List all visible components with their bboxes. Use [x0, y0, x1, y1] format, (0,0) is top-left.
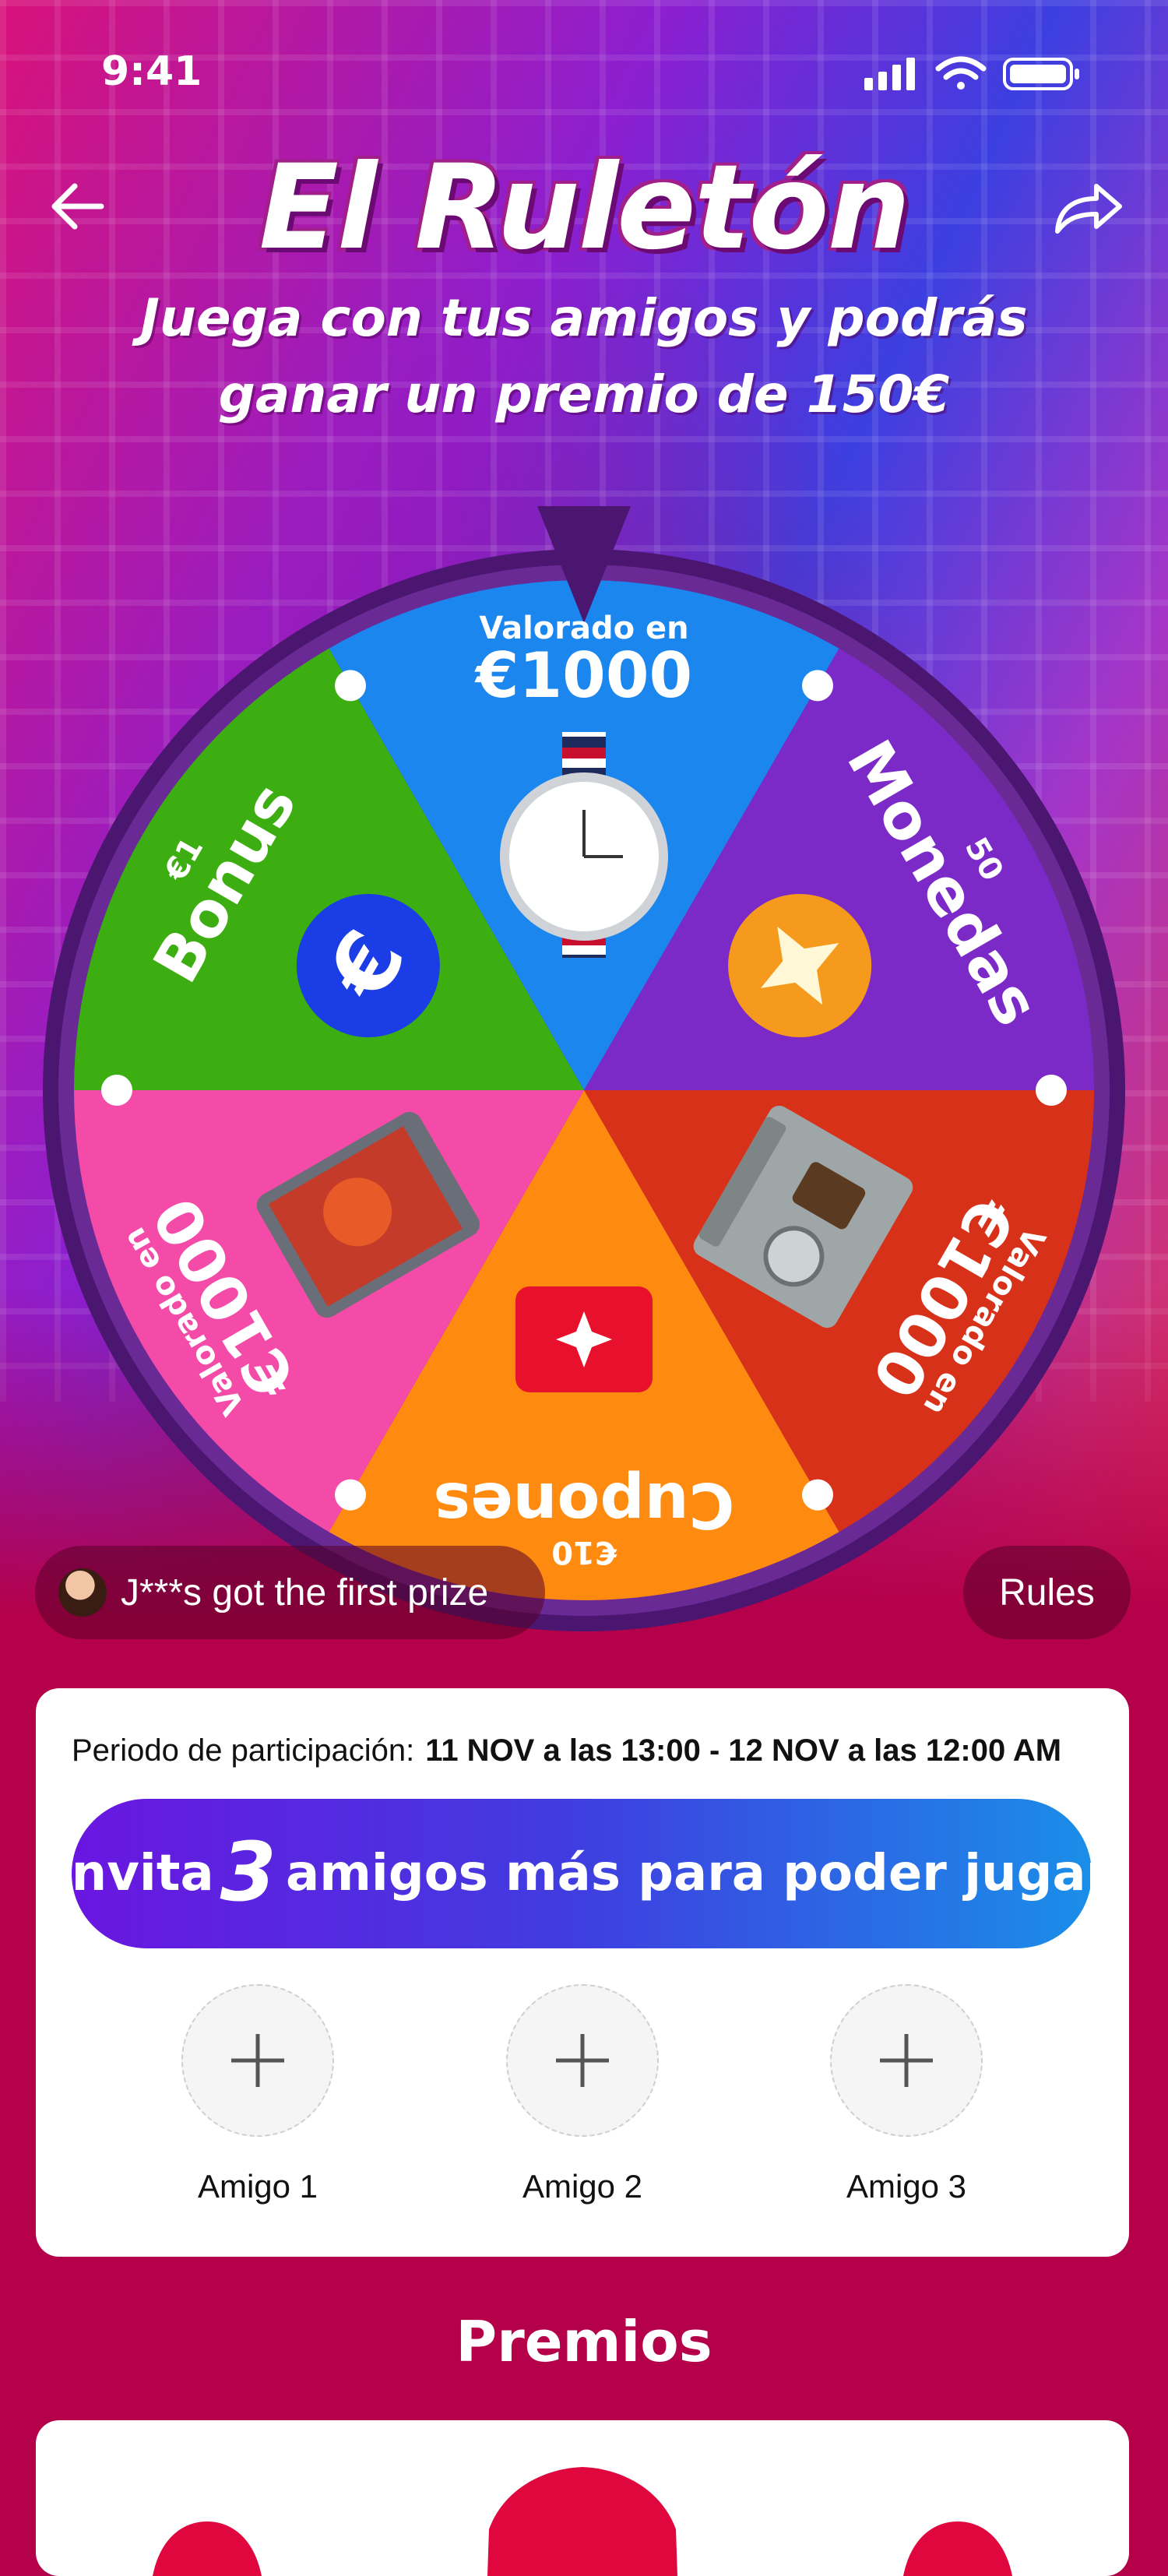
friend-label: Amigo 3: [846, 2168, 967, 2205]
invite-count: 3: [220, 1825, 277, 1920]
period-value: 11 NOV a las 13:00 - 12 NOV a las 12:00 …: [425, 1733, 1062, 1768]
status-bar: 9:41: [0, 0, 1168, 95]
participation-period: Periodo de participación: 11 NOV a las 13…: [72, 1733, 1061, 1768]
signal-icon: [864, 58, 915, 90]
avatar: [58, 1568, 107, 1617]
friend-slot-3[interactable]: Amigo 3: [829, 1984, 984, 2205]
battery-icon: [1003, 58, 1079, 90]
invite-friends-button[interactable]: Invita 3 amigos más para poder jugar: [53, 1799, 1110, 1948]
winner-ticker: J***s got the first prize: [35, 1546, 545, 1639]
add-friend-button[interactable]: [181, 1984, 334, 2137]
friend-label: Amigo 1: [197, 2168, 318, 2205]
friend-label: Amigo 2: [522, 2168, 643, 2205]
add-friend-button[interactable]: [506, 1984, 659, 2137]
period-label: Periodo de participación:: [72, 1733, 415, 1768]
friend-slot-1[interactable]: Amigo 1: [180, 1984, 336, 2205]
segment-main-label: Cupones: [434, 1469, 735, 1541]
prizes-heading: Premios: [456, 2309, 712, 2374]
wheel-graphic: Valorado en€100050MonedasValorado en€100…: [43, 506, 1125, 1631]
plus-icon: [880, 2034, 933, 2087]
prize-wheel[interactable]: Valorado en €1000 50 Monedas Valorado en €100…: [31, 506, 1137, 1643]
wheel-peg: [802, 670, 833, 702]
wheel-peg: [1036, 1075, 1067, 1106]
participation-card: Periodo de participación: 11 NOV a las 13…: [36, 1688, 1129, 2257]
wheel-peg: [802, 1479, 833, 1511]
prize-badges: [153, 2467, 1012, 2576]
coupon-icon: [515, 1286, 653, 1392]
plus-icon: [231, 2034, 284, 2087]
rules-button[interactable]: Rules: [963, 1546, 1131, 1639]
ticker-text: J***s got the first prize: [121, 1571, 489, 1614]
wheel-peg: [335, 670, 366, 702]
friend-slot-2[interactable]: Amigo 2: [505, 1984, 660, 2205]
wheel-peg: [101, 1075, 132, 1106]
add-friend-button[interactable]: [830, 1984, 983, 2137]
status-time: 9:41: [101, 48, 202, 95]
segment-main-label: €1000: [474, 639, 692, 712]
page-title: El Ruletón: [259, 140, 911, 276]
status-icons: [864, 55, 1121, 97]
plus-icon: [556, 2034, 609, 2087]
wheel-peg: [335, 1479, 366, 1511]
page-subtitle: Juega con tus amigos y podrás ganar un p…: [140, 288, 1028, 424]
prizes-card: [36, 2420, 1129, 2576]
wifi-icon: [935, 56, 987, 90]
